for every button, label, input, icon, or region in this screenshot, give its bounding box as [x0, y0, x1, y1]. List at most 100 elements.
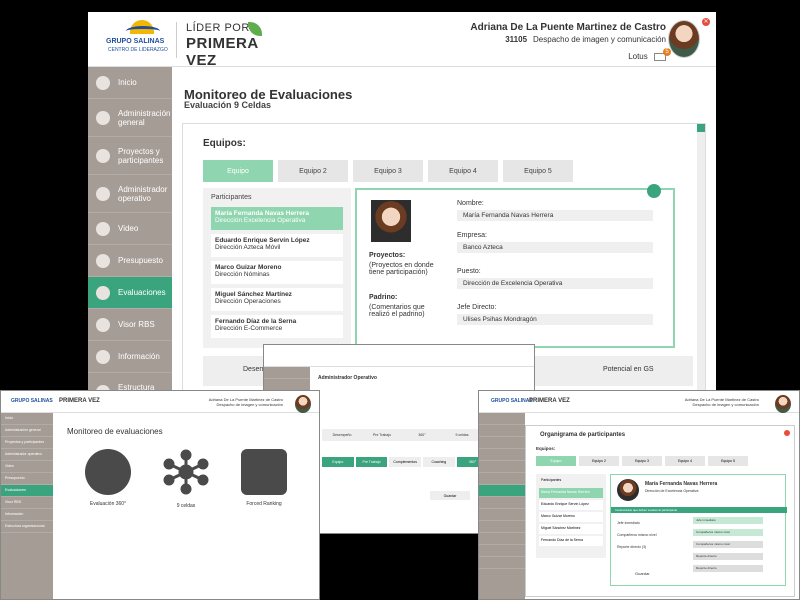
sidebar-item-label: Presupuesto [118, 256, 163, 265]
modal-title: Organigrama de participantes [540, 432, 626, 438]
list-item[interactable]: María Fernanda Navas Herrera Dirección Ex… [211, 207, 343, 230]
list-item[interactable]: Eduardo Enrique Servín López [539, 500, 603, 510]
tab-equipo[interactable]: Equipo [203, 160, 273, 182]
tab-equipo-5[interactable]: Equipo 5 [708, 456, 748, 466]
tab-equipo-2[interactable]: Equipo 2 [579, 456, 619, 466]
sidebar-item-label[interactable]: Administración general [1, 425, 53, 437]
save-button[interactable]: Guardar [430, 491, 470, 500]
save-button[interactable]: Guardar [635, 571, 650, 576]
list-item[interactable]: Miguel Sánchez Martínez Dirección Operaci… [211, 288, 343, 311]
card-360[interactable]: Evaluación 360° [83, 449, 133, 507]
participant-name: Marco Guizar Moreno [215, 264, 282, 271]
proyectos-label: Proyectos: [369, 252, 406, 259]
monitoreo-window: GRUPO SALINAS PRIMERA VEZ Adriana De La … [0, 390, 320, 600]
participant-name: Eduardo Enrique Servín López [215, 237, 310, 244]
tab-equipo[interactable]: Equipo [536, 456, 576, 466]
sidebar-item-proyectos[interactable]: Proyectos y participantes [88, 137, 172, 175]
sidebar-item-label: Inicio [118, 78, 137, 87]
sidebar-item-label[interactable]: Estructura organizacional [1, 521, 53, 533]
sidebar-item-label[interactable]: Presupuesto [1, 473, 53, 485]
list-item[interactable]: Eduardo Enrique Servín López Dirección Az… [211, 234, 343, 257]
list-item[interactable]: Fernando Díaz de la Serna Dirección E-Com… [211, 315, 343, 338]
sidebar-item-label: Evaluaciones [118, 288, 166, 297]
equipos-label: Equipos: [536, 446, 556, 451]
sidebar-item-label: Administrador operativo [118, 184, 168, 203]
avatar[interactable] [775, 395, 791, 413]
tab-equipo-4[interactable]: Equipo 4 [428, 160, 498, 182]
dollar-icon [96, 253, 110, 268]
sidebar-item-evaluaciones[interactable]: Evaluaciones [88, 277, 172, 309]
sidebar-item-label: Administración general [118, 108, 171, 127]
tab-equipo-3[interactable]: Equipo 3 [353, 160, 423, 182]
participant-dept: Dirección Azteca Móvil [215, 244, 281, 251]
brand-lider-line1: LÍDER POR [186, 22, 250, 34]
chat-icon [96, 349, 110, 364]
row-cell[interactable]: Complementos [389, 457, 422, 467]
sidebar-item-informacion[interactable]: Información [88, 341, 172, 373]
organigrama-modal: Organigrama de participantes Equipos: Eq… [525, 425, 795, 597]
list-item[interactable]: Fernando Díaz de la Serna [539, 536, 603, 546]
clipboard-icon [96, 285, 110, 300]
scrollbar[interactable] [697, 124, 705, 397]
check-item[interactable]: Jefe inmediato [617, 521, 640, 525]
user-info: Adriana De La Puente Martinez de Castro … [470, 22, 671, 61]
tab-equipo-4[interactable]: Equipo 4 [665, 456, 705, 466]
list-item[interactable]: Miguel Sánchez Martínez [539, 524, 603, 534]
sidebar-item-presupuesto[interactable]: Presupuesto [88, 245, 172, 277]
sidebar-item-label[interactable]: Información [1, 509, 53, 521]
sidebar-item-label[interactable]: Video [1, 461, 53, 473]
user-info: Adriana De La Puente Martinez de Castro D… [209, 397, 283, 407]
overlay-sidebar [479, 413, 525, 599]
sidebar-item-label[interactable]: Administrador operativo [1, 449, 53, 461]
mail-icon[interactable]: 5 [654, 47, 671, 61]
brand-lider-text: PRIMERA VEZ [59, 398, 100, 404]
list-item[interactable]: Marco Guizar Moreno Dirección Nóminas [211, 261, 343, 284]
monitoreo-main: Monitoreo de evaluaciones Evaluación 360… [53, 413, 319, 599]
check-item[interactable]: Reporte directo (3) [617, 545, 646, 549]
close-icon[interactable] [784, 430, 790, 436]
report-item: Jefe inmediato [693, 517, 763, 524]
col-header: 9 celdas [455, 433, 469, 437]
participant-detail-card: Nombre: María Fernanda Navas Herrera Emp… [355, 184, 675, 348]
sidebar-item-inicio[interactable]: Inicio [88, 67, 172, 99]
equipos-label: Equipos: [203, 138, 246, 149]
close-icon[interactable]: ✕ [702, 18, 710, 26]
participants-list: Participantes María Fernanda Navas Herre… [203, 188, 351, 348]
overlay-header: GRUPO SALINAS PRIMERA VEZ Adriana De La … [479, 391, 799, 413]
card-forced-ranking[interactable]: Forced Ranking [239, 449, 289, 507]
evaluators-bar: Involucrados que deben evaluar al partic… [611, 507, 787, 513]
tab-equipo-3[interactable]: Equipo 3 [622, 456, 662, 466]
brand-gs-text: GRUPO SALINAS [106, 38, 165, 45]
sidebar-item-label: Visor RBS [118, 320, 155, 329]
participants-header: Participantes [211, 194, 252, 201]
tab-equipo-5[interactable]: Equipo 5 [503, 160, 573, 182]
sidebar-item-admin-operativo[interactable]: Administrador operativo [88, 175, 172, 213]
participant-dept: Dirección Excelencia Operativa [215, 217, 306, 224]
participant-name: Fernando Díaz de la Serna [215, 318, 297, 325]
sidebar-item-label[interactable]: Evaluaciones [1, 485, 53, 497]
check-item[interactable]: Compañeros mismo nivel [617, 533, 657, 537]
sidebar-item-label[interactable]: Inicio [1, 413, 53, 425]
user-dept: Despacho de imagen y comunicación [216, 402, 283, 407]
list-item[interactable]: Marco Guizar Moreno [539, 512, 603, 522]
row-cell[interactable]: Equipo [322, 457, 354, 467]
brand-gs-text: GRUPO SALINAS [491, 398, 533, 404]
user-name: Adriana De La Puente Martinez de Castro [470, 22, 666, 33]
scroll-up-icon[interactable] [697, 124, 705, 132]
nombre-label: Nombre: [457, 200, 484, 207]
list-item[interactable]: María Fernanda Navas Herrera [539, 488, 603, 498]
avatar[interactable] [295, 395, 311, 413]
card-9-celdas[interactable]: 9 celdas [161, 449, 211, 509]
folder-icon [96, 148, 110, 163]
avatar[interactable] [668, 20, 700, 58]
sidebar-item-label[interactable]: Visor RBS [1, 497, 53, 509]
participants-list: Participantes María Fernanda Navas Herre… [536, 474, 606, 558]
row-cell[interactable]: Pre Trabajo [355, 457, 388, 467]
sidebar-item-label[interactable]: Proyectos y participantes [1, 437, 53, 449]
overlay-header [264, 345, 534, 367]
sidebar-item-administracion[interactable]: Administración general [88, 99, 172, 137]
sidebar-item-video[interactable]: Video [88, 213, 172, 245]
tab-equipo-2[interactable]: Equipo 2 [278, 160, 348, 182]
row-cell[interactable]: Coaching [423, 457, 455, 467]
sidebar-item-visor-rbs[interactable]: Visor RBS [88, 309, 172, 341]
